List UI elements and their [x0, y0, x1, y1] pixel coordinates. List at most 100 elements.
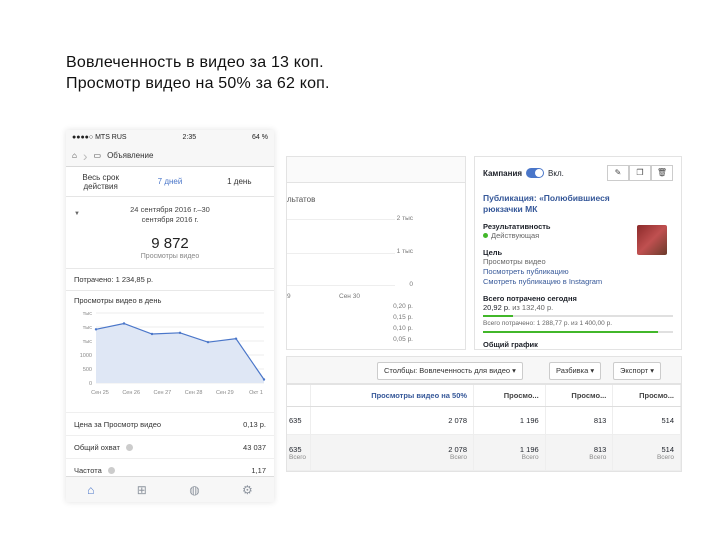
general-chart-label: Общий график [483, 340, 538, 349]
metric-label: Частота [74, 465, 102, 475]
action-buttons: ✎ ❐ 🗑 [607, 165, 673, 181]
gridline [287, 285, 395, 286]
publication-title[interactable]: Публикация: «Полюбившиеся рюкзачки МК [483, 193, 633, 215]
y-tick-label: тыс [83, 325, 92, 331]
spent-today-bar [483, 315, 673, 317]
info-icon[interactable] [125, 444, 133, 452]
home-tab-icon[interactable]: ⌂ [87, 483, 94, 497]
columns-dropdown[interactable]: Столбцы: Вовлеченность для видео ▾ [377, 362, 523, 380]
date-range[interactable]: ▼ 24 сентября 2016 г.–30 сентября 2016 г… [66, 197, 274, 225]
headline: Вовлеченность в видео за 13 коп. Просмот… [66, 52, 330, 94]
edit-icon[interactable]: ✎ [607, 165, 629, 181]
table-header: Просмотры видео на 50% Просмо... Просмо.… [287, 385, 682, 407]
campaign-label: Кампания [483, 168, 523, 178]
table-cell: 2 078 Всего [311, 435, 475, 470]
x-tick-label: Сен 28 [185, 390, 203, 396]
table-cell: 1 196 [474, 407, 546, 434]
data-point [234, 337, 238, 340]
table-cell: 635 [287, 407, 311, 434]
table-cell: 635 Всего [287, 435, 311, 470]
y-tick-label: 1000 [80, 353, 92, 359]
campaign-toggle[interactable] [526, 168, 545, 178]
total-sub: Всего [449, 453, 468, 461]
gridline [287, 219, 395, 220]
toggle-label: Вкл. [548, 168, 564, 178]
axis-label: 0,10 р. [393, 325, 413, 332]
spent-total-fill [483, 331, 658, 333]
y-tick-label: тыс [83, 311, 92, 317]
table-toolbar: Столбцы: Вовлеченность для видео ▾ Разби… [286, 356, 682, 384]
table-row[interactable]: 635 2 078 1 196 813 514 [287, 407, 682, 435]
metric-value: 1,17 [251, 465, 266, 475]
column-header-label: Просмотры видео на 50% [371, 391, 468, 400]
settings-tab-icon[interactable]: ⚙ [242, 483, 253, 497]
column-header[interactable] [287, 385, 311, 406]
axis-label: 0,20 р. [393, 303, 413, 310]
column-header[interactable]: Просмо... [546, 385, 614, 406]
status-bar: ●●●●○ MTS RUS 2:35 64 % [66, 130, 274, 145]
result-status-text: Действующая [491, 231, 540, 240]
metric-value: 0,13 р. [243, 419, 266, 429]
export-dropdown[interactable]: Экспорт ▾ [613, 362, 662, 380]
view-post-link[interactable]: Посмотреть публикацию [483, 267, 673, 277]
column-header[interactable]: Просмо... [613, 385, 682, 406]
total-value: 813 [593, 444, 607, 454]
y-tick-label: 0 [89, 381, 92, 387]
column-header[interactable]: Просмотры видео на 50% [311, 385, 475, 406]
tab-7-days[interactable]: 7 дней [135, 177, 204, 186]
axis-label: Сен 30 [339, 293, 360, 300]
table-cell: 514 [613, 407, 682, 434]
total-value: 1 196 [519, 444, 539, 454]
spent-today-label: Всего потрачено сегодня [483, 294, 577, 303]
active-status-icon [483, 233, 488, 238]
total-value: 514 [661, 444, 675, 454]
x-tick-label: Сен 26 [122, 390, 140, 396]
globe-tab-icon[interactable]: ◍ [189, 483, 199, 497]
spent-total: Всего потрачено: 1 288,77 р. из 1 400,00… [483, 320, 613, 327]
column-header-label: Просмо... [571, 391, 607, 400]
breakdown-dropdown[interactable]: Разбивка ▾ [549, 362, 602, 380]
data-point [178, 331, 182, 335]
data-point [150, 332, 154, 336]
create-tab-icon[interactable]: ⊞ [137, 483, 147, 497]
total-sub: Всего [589, 453, 607, 461]
spent-amount: Потрачено: 1 234,85 p. [74, 275, 154, 284]
column-header-label: Просмо... [639, 391, 675, 400]
date-range-line-1: 24 сентября 2016 г.–30 [130, 205, 210, 214]
battery: 64 % [252, 134, 268, 141]
metric-row: Цена за Просмотр видео 0,13 р. [66, 412, 274, 435]
export-label: Экспорт [620, 366, 649, 375]
column-header-label: Просмо... [503, 391, 539, 400]
caret-down-icon: ▼ [74, 211, 80, 217]
tab-1-day[interactable]: 1 день [205, 177, 274, 186]
data-point [94, 328, 98, 331]
view-instagram-link[interactable]: Смотреть публикацию в Instagram [483, 277, 673, 287]
metric-row: Общий охват 43 037 [66, 435, 274, 458]
date-range-line-2: сентября 2016 г. [141, 215, 199, 224]
chart-title: Просмотры видео в день [74, 296, 162, 305]
metric-value: 43 037 [243, 442, 266, 452]
column-header[interactable]: Просмо... [474, 385, 546, 406]
x-tick-label: Сен 29 [216, 390, 234, 396]
home-icon[interactable]: ⌂ [72, 151, 77, 160]
video-views-label: Просмотры видео [140, 253, 200, 260]
delete-icon[interactable]: 🗑 [651, 165, 673, 181]
axis-label: 1 тыс [396, 248, 413, 255]
carrier: ●●●●○ MTS RUS [72, 134, 127, 141]
x-tick-label: Сен 25 [91, 390, 109, 396]
clock: 2:35 [182, 134, 197, 141]
tab-lifetime[interactable]: Весь срок действия [66, 173, 135, 191]
total-value: 635 [289, 444, 302, 454]
info-icon[interactable] [107, 467, 115, 475]
results-table: Просмотры видео на 50% Просмо... Просмо.… [286, 384, 682, 472]
ad-icon: ▭ [93, 151, 102, 160]
table-cell: 813 Всего [546, 435, 614, 470]
ad-thumbnail [637, 225, 667, 255]
nav-title: Объявление [107, 151, 154, 160]
results-chart-panel: льтатов 2 тыс 1 тыс 0 0,20 р. 0,15 р. 0,… [286, 156, 466, 350]
duplicate-icon[interactable]: ❐ [629, 165, 651, 181]
spent-today-value: 20,92 р. [483, 303, 511, 312]
views-chart: тыс тыс тыс 1000 500 0 Сен 25 Сен 26 Сен 27 Сен 2… [66, 305, 274, 412]
nav-bar: ⌂ › ▭ Объявление [66, 145, 274, 167]
period-tabs: Весь срок действия 7 дней 1 день [66, 167, 274, 197]
